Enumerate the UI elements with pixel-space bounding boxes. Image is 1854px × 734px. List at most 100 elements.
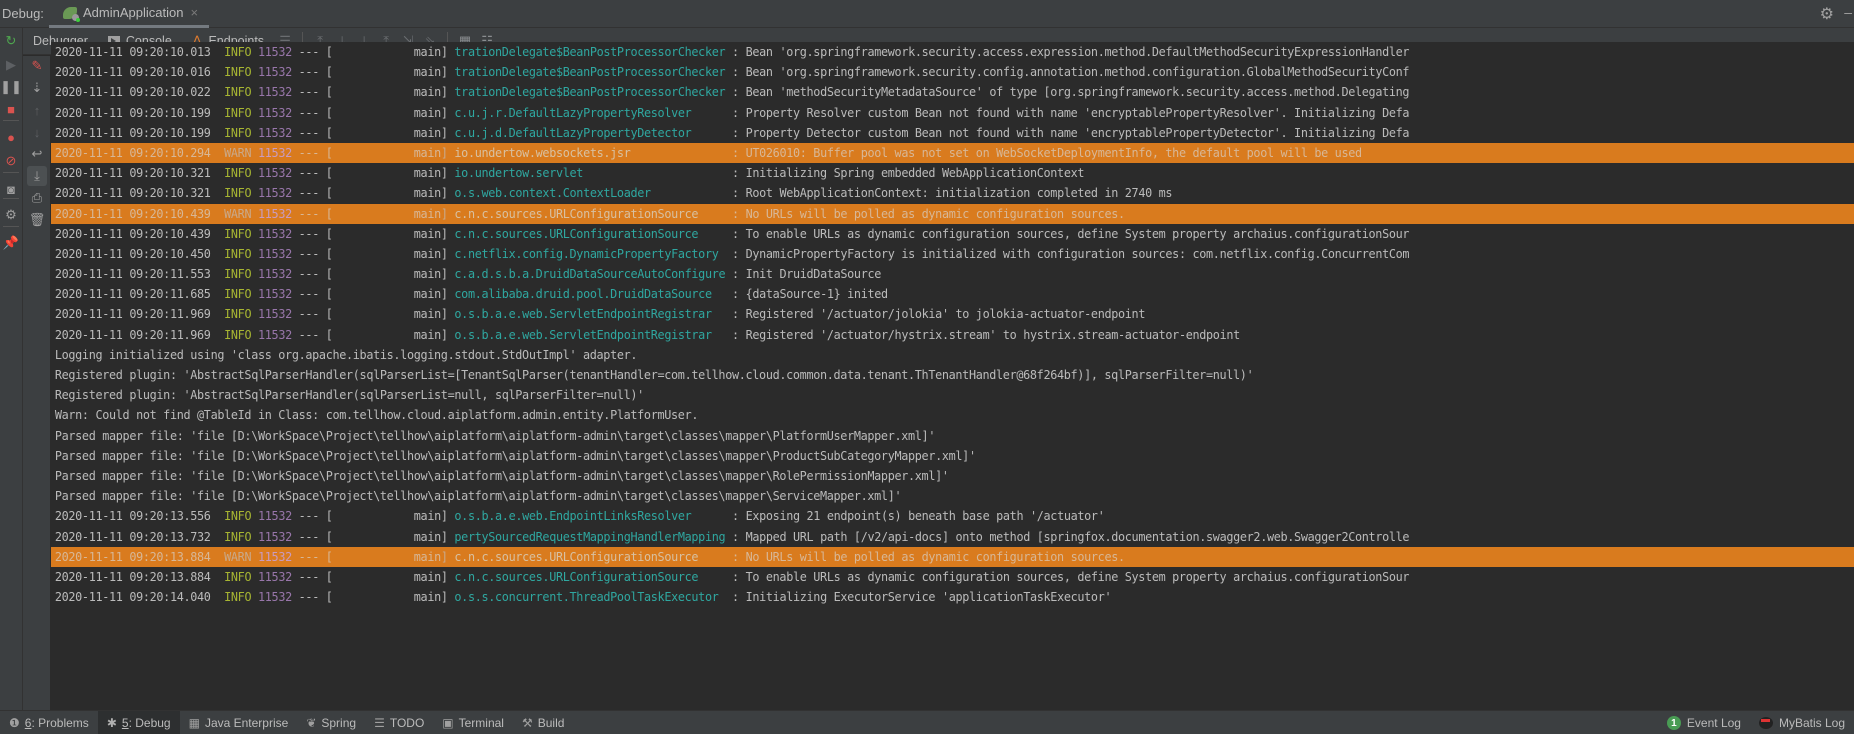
rerun-icon[interactable]: ↻ bbox=[2, 32, 20, 50]
log-colon: : bbox=[691, 509, 746, 524]
log-logger[interactable]: o.s.web.context.ContextLoader bbox=[454, 186, 651, 200]
log-logger[interactable]: o.s.s.concurrent.ThreadPoolTaskExecutor bbox=[454, 590, 718, 604]
log-logger[interactable]: c.n.c.sources.URLConfigurationSource bbox=[454, 207, 698, 221]
log-logger[interactable]: c.n.c.sources.URLConfigurationSource bbox=[454, 550, 698, 564]
log-timestamp: 2020-11-11 09:20:10.022 bbox=[54, 85, 211, 100]
log-logger[interactable]: o.s.b.a.e.web.ServletEndpointRegistrar bbox=[454, 328, 712, 342]
console-line: 2020-11-11 09:20:11.969 INFO 11532 --- [… bbox=[54, 327, 1240, 342]
shortcut-key: 5 bbox=[121, 715, 129, 730]
debug-label: Debug: bbox=[2, 6, 44, 21]
log-timestamp: 2020-11-11 09:20:11.553 bbox=[54, 267, 211, 282]
minimize-icon[interactable]: – bbox=[1844, 4, 1852, 20]
console-line: Registered plugin: 'AbstractSqlParserHan… bbox=[51, 365, 1854, 385]
tool-window-todo[interactable]: ☰ TODO bbox=[365, 711, 433, 734]
log-pid: 11532 bbox=[258, 287, 292, 302]
console-line: 2020-11-11 09:20:10.294 WARN 11532 --- [… bbox=[51, 142, 1854, 164]
log-message: Root WebApplicationContext: initializati… bbox=[745, 186, 1173, 201]
console-line: 2020-11-11 09:20:14.040 INFO 11532 --- [… bbox=[54, 590, 1112, 605]
console-line: Parsed mapper file: 'file [D:\WorkSpace\… bbox=[51, 446, 1854, 466]
log-logger[interactable]: com.alibaba.druid.pool.DruidDataSource bbox=[454, 287, 712, 301]
log-logger[interactable]: o.s.b.a.e.web.EndpointLinksResolver bbox=[454, 509, 691, 523]
log-logger[interactable]: c.n.c.sources.URLConfigurationSource bbox=[454, 227, 698, 241]
log-message: Parsed mapper file: 'file [D:\WorkSpace\… bbox=[54, 448, 976, 463]
trash-icon[interactable]: 🗑 bbox=[27, 210, 47, 230]
log-colon: : bbox=[725, 267, 746, 282]
log-pid: 11532 bbox=[258, 145, 292, 160]
gear-icon[interactable]: ⚙ bbox=[1820, 4, 1834, 24]
console-line: 2020-11-11 09:20:10.321 INFO 11532 --- [… bbox=[54, 186, 1173, 201]
log-thread: main bbox=[413, 145, 441, 160]
spring-icon: ❦ bbox=[306, 715, 317, 730]
log-timestamp: 2020-11-11 09:20:11.969 bbox=[54, 307, 211, 322]
console-line: 2020-11-11 09:20:11.553 INFO 11532 --- [… bbox=[54, 267, 882, 282]
camera-icon[interactable]: ◙ bbox=[2, 180, 20, 198]
mute-breakpoints-icon[interactable]: ⊘ bbox=[2, 152, 20, 170]
settings-icon[interactable]: ⚙ bbox=[2, 206, 20, 224]
view-breakpoints-icon[interactable]: ● bbox=[2, 128, 20, 146]
log-separator: --- [ bbox=[298, 246, 333, 261]
log-pid: 11532 bbox=[258, 307, 292, 322]
console-line: 2020-11-11 09:20:10.022 INFO 11532 --- [… bbox=[54, 85, 1410, 100]
print-icon[interactable]: ⎙ bbox=[27, 188, 47, 208]
log-colon: : bbox=[725, 85, 746, 100]
log-logger[interactable]: io.undertow.servlet bbox=[454, 166, 583, 180]
log-logger[interactable]: o.s.b.a.e.web.ServletEndpointRegistrar bbox=[454, 307, 712, 321]
log-message: Initializing ExecutorService 'applicatio… bbox=[745, 590, 1112, 605]
log-logger[interactable]: c.u.j.r.DefaultLazyPropertyResolver bbox=[454, 106, 691, 120]
console-line: Parsed mapper file: 'file [D:\WorkSpace\… bbox=[51, 486, 1854, 506]
log-logger[interactable]: c.netflix.config.DynamicPropertyFactory bbox=[454, 247, 718, 261]
log-logger[interactable]: pertySourcedRequestMappingHandlerMapping bbox=[454, 530, 725, 544]
soft-wrap-icon[interactable]: ↩ bbox=[27, 144, 47, 164]
log-timestamp: 2020-11-11 09:20:13.884 bbox=[54, 569, 211, 584]
tool-window-java-enterprise[interactable]: ▦ Java Enterprise bbox=[180, 711, 298, 734]
scroll-to-end-icon[interactable]: ⤓ bbox=[27, 166, 47, 186]
log-level: INFO bbox=[224, 65, 252, 80]
console-output[interactable]: 2020-11-11 09:20:10.013 INFO 11532 --- [… bbox=[51, 42, 1854, 710]
log-logger[interactable]: c.a.d.s.b.a.DruidDataSourceAutoConfigure bbox=[454, 267, 725, 281]
log-message: Parsed mapper file: 'file [D:\WorkSpace\… bbox=[54, 428, 936, 443]
log-logger[interactable]: c.n.c.sources.URLConfigurationSource bbox=[454, 570, 698, 584]
log-colon: : bbox=[698, 226, 746, 241]
log-thread: main bbox=[413, 590, 441, 605]
clear-all-icon[interactable]: ✎ bbox=[27, 56, 47, 76]
pause-icon[interactable]: ❚❚ bbox=[0, 78, 22, 96]
log-logger[interactable]: trationDelegate$BeanPostProcessorChecker bbox=[454, 45, 725, 59]
log-message: Property Detector custom Bean not found … bbox=[745, 125, 1410, 140]
tool-window-mybatis-log[interactable]: MyBatis Log bbox=[1750, 711, 1854, 734]
down-stacktrace-icon[interactable]: ↓ bbox=[27, 122, 47, 142]
log-logger[interactable]: io.undertow.websockets.jsr bbox=[454, 146, 630, 160]
tool-window-build[interactable]: ⚒ Build bbox=[513, 711, 573, 734]
log-message: DynamicPropertyFactory is initialized wi… bbox=[745, 246, 1410, 261]
run-config-tab[interactable]: AdminApplication × bbox=[49, 0, 209, 28]
scroll-to-stacktrace-icon[interactable]: ⇣ bbox=[27, 78, 47, 98]
tool-window-debug[interactable]: ✱ 5: Debug bbox=[97, 710, 180, 734]
log-logger[interactable]: trationDelegate$BeanPostProcessorChecker bbox=[454, 85, 725, 99]
tool-window-spring[interactable]: ❦ Spring bbox=[297, 711, 365, 734]
log-thread: main bbox=[413, 85, 441, 100]
tool-window-problems[interactable]: ❶ 6: Problems bbox=[0, 711, 98, 734]
strip-separator bbox=[3, 172, 19, 173]
log-thread: main bbox=[413, 549, 441, 564]
tool-window-event-log[interactable]: 1 Event Log bbox=[1658, 711, 1750, 734]
log-timestamp: 2020-11-11 09:20:13.556 bbox=[54, 509, 211, 524]
event-count-badge: 1 bbox=[1666, 716, 1681, 730]
pin-icon[interactable]: 📌 bbox=[2, 234, 20, 252]
resume-icon[interactable]: ▶ bbox=[2, 56, 20, 74]
console-line: 2020-11-11 09:20:13.732 INFO 11532 --- [… bbox=[54, 529, 1410, 544]
console-line: 2020-11-11 09:20:13.884 INFO 11532 --- [… bbox=[54, 569, 1410, 584]
tool-window-terminal[interactable]: ▣ Terminal bbox=[433, 711, 513, 734]
log-separator: --- [ bbox=[298, 529, 333, 544]
log-logger[interactable]: c.u.j.d.DefaultLazyPropertyDetector bbox=[454, 126, 691, 140]
close-icon[interactable]: × bbox=[190, 5, 198, 20]
log-message: Warn: Could not find @TableId in Class: … bbox=[54, 408, 699, 423]
tool-window-bar: ❶ 6: Problems ✱ 5: Debug ▦ Java Enterpri… bbox=[0, 710, 1854, 734]
log-timestamp: 2020-11-11 09:20:10.013 bbox=[54, 45, 211, 59]
log-separator: --- [ bbox=[298, 327, 333, 342]
strip-separator bbox=[3, 226, 19, 227]
log-logger[interactable]: trationDelegate$BeanPostProcessorChecker bbox=[454, 65, 725, 79]
up-stacktrace-icon[interactable]: ↑ bbox=[27, 100, 47, 120]
log-message: Logging initialized using 'class org.apa… bbox=[54, 347, 638, 362]
tool-window-label: Event Log bbox=[1686, 716, 1741, 730]
stop-icon[interactable]: ■ bbox=[2, 100, 20, 118]
log-separator: --- [ bbox=[298, 549, 333, 564]
